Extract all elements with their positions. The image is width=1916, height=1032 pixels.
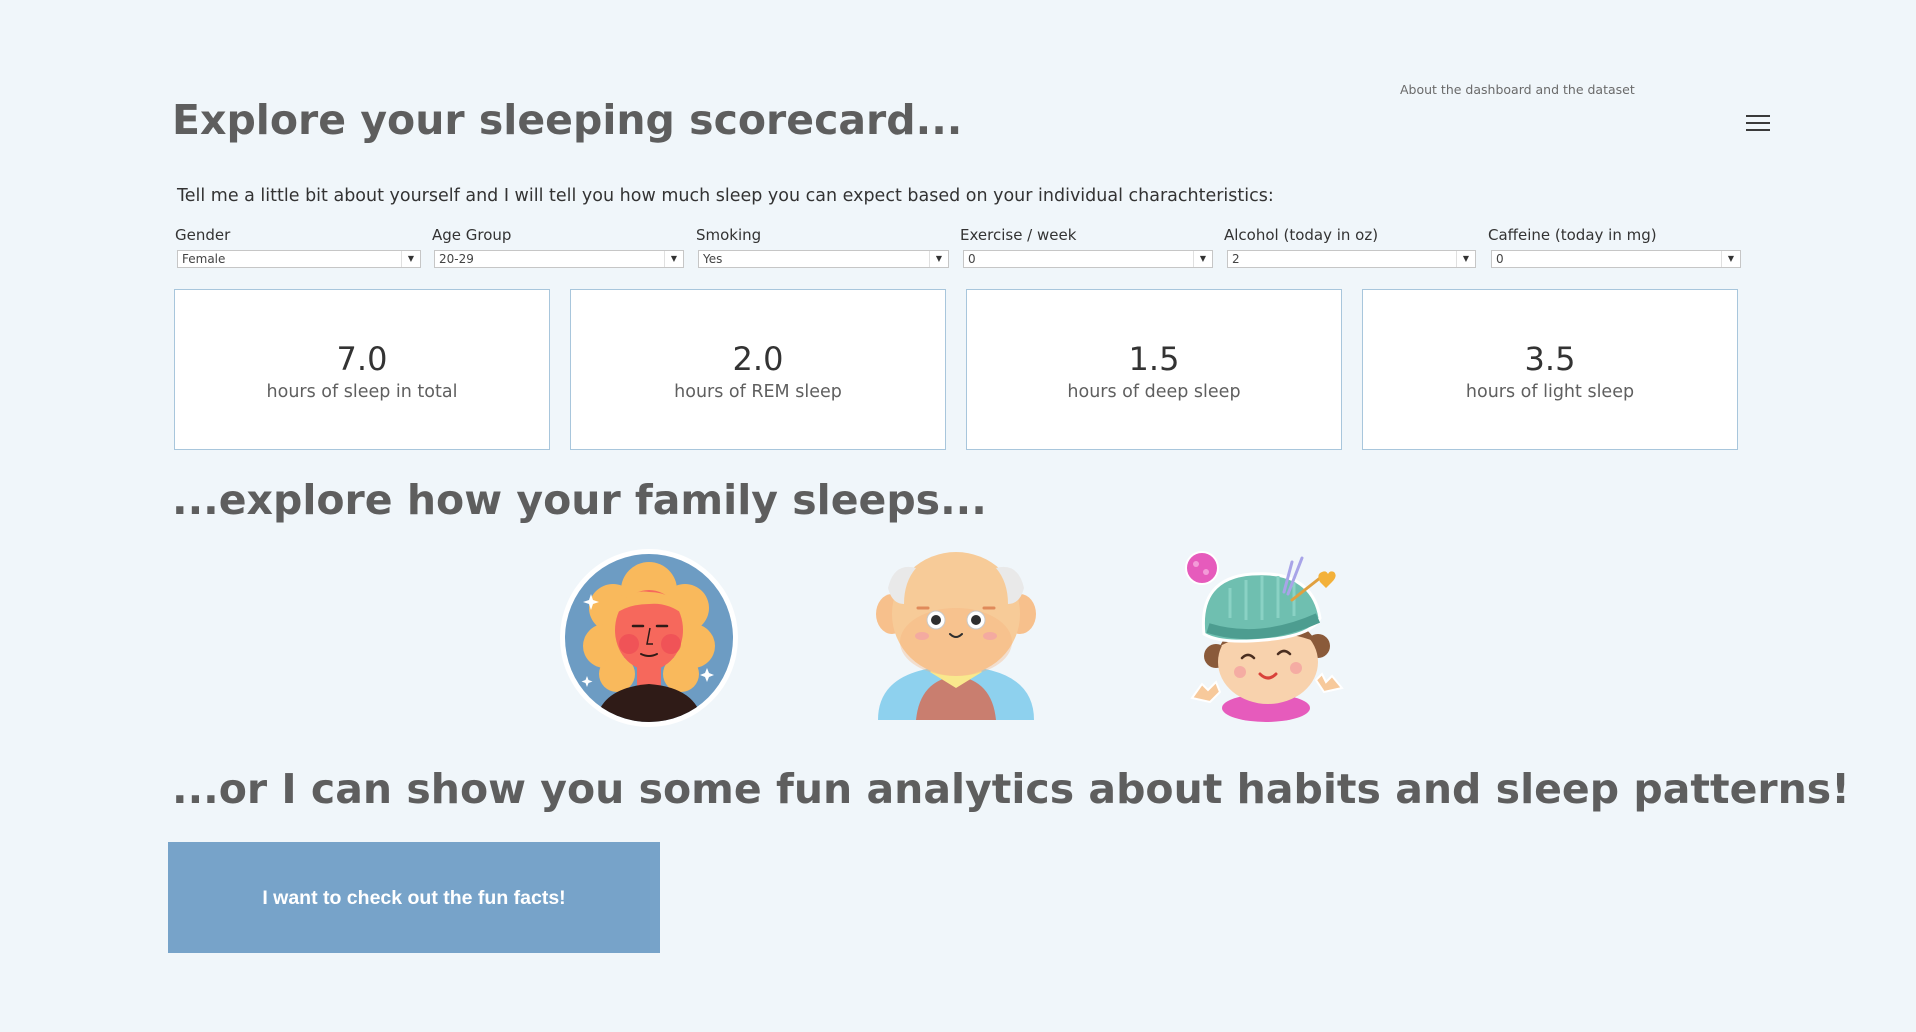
age-group-select-value: 20-29 xyxy=(439,252,474,266)
filter-label-exercise: Exercise / week xyxy=(960,226,1077,244)
chevron-down-icon: ▼ xyxy=(401,251,420,267)
kpi-card-total-sleep: 7.0 hours of sleep in total xyxy=(174,289,550,450)
page-title: Explore your sleeping scorecard... xyxy=(172,96,963,144)
smoking-select[interactable]: Yes ▼ xyxy=(698,250,949,268)
exercise-select[interactable]: 0 ▼ xyxy=(963,250,1213,268)
analytics-heading: ...or I can show you some fun analytics … xyxy=(172,765,1850,813)
alcohol-select-value: 2 xyxy=(1232,252,1240,266)
kpi-card-rem-sleep: 2.0 hours of REM sleep xyxy=(570,289,946,450)
chevron-down-icon: ▼ xyxy=(1193,251,1212,267)
chevron-down-icon: ▼ xyxy=(1721,251,1740,267)
kpi-label: hours of light sleep xyxy=(1465,382,1635,402)
grandfather-avatar-icon[interactable] xyxy=(864,548,1048,728)
age-group-select[interactable]: 20-29 ▼ xyxy=(434,250,684,268)
filter-label-caffeine: Caffeine (today in mg) xyxy=(1488,226,1657,244)
kpi-value: 7.0 xyxy=(336,340,388,378)
kpi-label: hours of REM sleep xyxy=(674,382,842,402)
family-heading: ...explore how your family sleeps... xyxy=(172,476,987,524)
caffeine-select[interactable]: 0 ▼ xyxy=(1491,250,1741,268)
gender-select[interactable]: Female ▼ xyxy=(177,250,421,268)
baby-avatar-icon[interactable] xyxy=(1180,548,1356,728)
kpi-label: hours of sleep in total xyxy=(266,382,458,402)
about-dashboard-link[interactable]: About the dashboard and the dataset xyxy=(1400,82,1635,97)
exercise-select-value: 0 xyxy=(968,252,976,266)
chevron-down-icon: ▼ xyxy=(929,251,948,267)
chevron-down-icon: ▼ xyxy=(664,251,683,267)
gender-select-value: Female xyxy=(182,252,226,266)
kpi-value: 3.5 xyxy=(1524,340,1576,378)
smoking-select-value: Yes xyxy=(703,252,723,266)
filter-label-alcohol: Alcohol (today in oz) xyxy=(1224,226,1379,244)
kpi-value: 1.5 xyxy=(1128,340,1180,378)
intro-text: Tell me a little bit about yourself and … xyxy=(177,186,1274,206)
kpi-card-light-sleep: 3.5 hours of light sleep xyxy=(1362,289,1738,450)
kpi-value: 2.0 xyxy=(732,340,784,378)
kpi-card-deep-sleep: 1.5 hours of deep sleep xyxy=(966,289,1342,450)
hamburger-menu-icon[interactable] xyxy=(1746,115,1770,133)
filter-label-smoking: Smoking xyxy=(696,226,762,244)
alcohol-select[interactable]: 2 ▼ xyxy=(1227,250,1476,268)
caffeine-select-value: 0 xyxy=(1496,252,1504,266)
fun-facts-button[interactable]: I want to check out the fun facts! xyxy=(168,842,660,953)
filter-label-age-group: Age Group xyxy=(432,226,512,244)
woman-avatar-icon[interactable] xyxy=(557,548,741,728)
chevron-down-icon: ▼ xyxy=(1456,251,1475,267)
filter-label-gender: Gender xyxy=(175,226,231,244)
kpi-label: hours of deep sleep xyxy=(1067,382,1241,402)
